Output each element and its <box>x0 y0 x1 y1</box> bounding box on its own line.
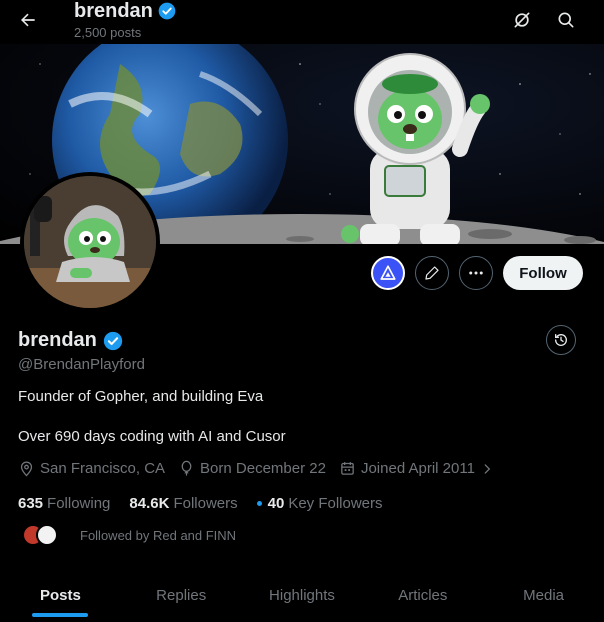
grok-triangle-icon <box>380 265 396 280</box>
avatar-illustration <box>24 176 156 308</box>
bio-line-2: Over 690 days coding with AI and Cusor <box>18 428 286 445</box>
post-count: 2,500 posts <box>74 25 142 40</box>
follow-stats: 635 Following 84.6K Followers 40 Key Fol… <box>18 495 402 512</box>
tab-label: Highlights <box>269 586 335 604</box>
search-icon <box>558 12 574 28</box>
joined-text: Joined April 2011 <box>360 460 475 477</box>
follower-avatar-finn <box>36 524 58 546</box>
display-name: brendan <box>18 329 97 351</box>
location-item: San Francisco, CA <box>18 460 165 477</box>
profile-avatar[interactable] <box>24 176 156 308</box>
top-bar: brendan 2,500 posts <box>0 0 604 44</box>
joined-item[interactable]: Joined April 2011 <box>339 460 494 477</box>
profile-tabs: Posts Replies Highlights Articles Media <box>0 568 604 622</box>
location-text: San Francisco, CA <box>40 460 166 477</box>
following-count: 635 <box>18 495 44 512</box>
profile-name: brendan <box>18 329 124 352</box>
arrow-left-icon <box>21 13 35 27</box>
calendar-icon <box>341 462 354 475</box>
grok-button[interactable] <box>371 256 405 290</box>
header-title: brendan <box>74 0 177 22</box>
grok-disabled-button[interactable] <box>508 6 536 34</box>
key-followers-label: Key Followers <box>288 495 383 512</box>
tab-media[interactable]: Media <box>483 568 604 622</box>
profile-meta: San Francisco, CA Born December 22 Joine… <box>18 460 507 477</box>
bio-line-1: Founder of Gopher, and building Eva <box>18 388 264 405</box>
location-pin-icon <box>20 461 33 477</box>
pen-icon <box>425 266 439 280</box>
clock-history-icon <box>555 334 567 346</box>
active-tab-indicator <box>32 613 89 617</box>
followers-label: Followers <box>173 495 238 512</box>
follow-button[interactable]: Follow <box>503 256 583 290</box>
tab-label: Posts <box>39 586 81 604</box>
header-name: brendan <box>74 0 153 22</box>
verified-badge-icon <box>158 2 176 20</box>
tab-replies[interactable]: Replies <box>121 568 242 622</box>
following-label: Following <box>47 495 111 512</box>
back-button[interactable] <box>14 6 42 34</box>
key-followers-link[interactable]: 40 Key Followers <box>256 495 383 512</box>
tab-label: Replies <box>156 586 207 604</box>
more-dots-icon <box>469 271 483 275</box>
tab-label: Articles <box>398 586 448 604</box>
more-options-button[interactable] <box>459 256 493 290</box>
tab-highlights[interactable]: Highlights <box>242 568 363 622</box>
search-button[interactable] <box>552 6 580 34</box>
key-followers-count: 40 <box>267 495 285 512</box>
balloon-icon <box>181 460 192 476</box>
followed-by-row[interactable]: Followed by Red and FINN <box>22 524 236 546</box>
profile-handle: @BrendanPlayford <box>18 356 145 373</box>
key-followers-dot <box>256 501 262 506</box>
verified-badge-icon[interactable] <box>102 330 124 352</box>
slashed-circle-icon <box>514 12 530 28</box>
chevron-right-icon <box>484 463 491 474</box>
edit-pen-button[interactable] <box>415 256 449 290</box>
followed-by-text: Followed by Red and FINN <box>80 527 237 543</box>
tab-articles[interactable]: Articles <box>362 568 483 622</box>
followers-count: 84.6K <box>129 495 170 512</box>
birthday-text: Born December 22 <box>200 460 326 477</box>
tab-label: Media <box>523 586 565 604</box>
followers-link[interactable]: 84.6K Followers <box>129 495 237 512</box>
profile-history-button[interactable] <box>546 325 576 355</box>
following-link[interactable]: 635 Following <box>18 495 110 512</box>
tab-posts[interactable]: Posts <box>0 568 121 622</box>
birthday-item: Born December 22 <box>178 460 326 477</box>
